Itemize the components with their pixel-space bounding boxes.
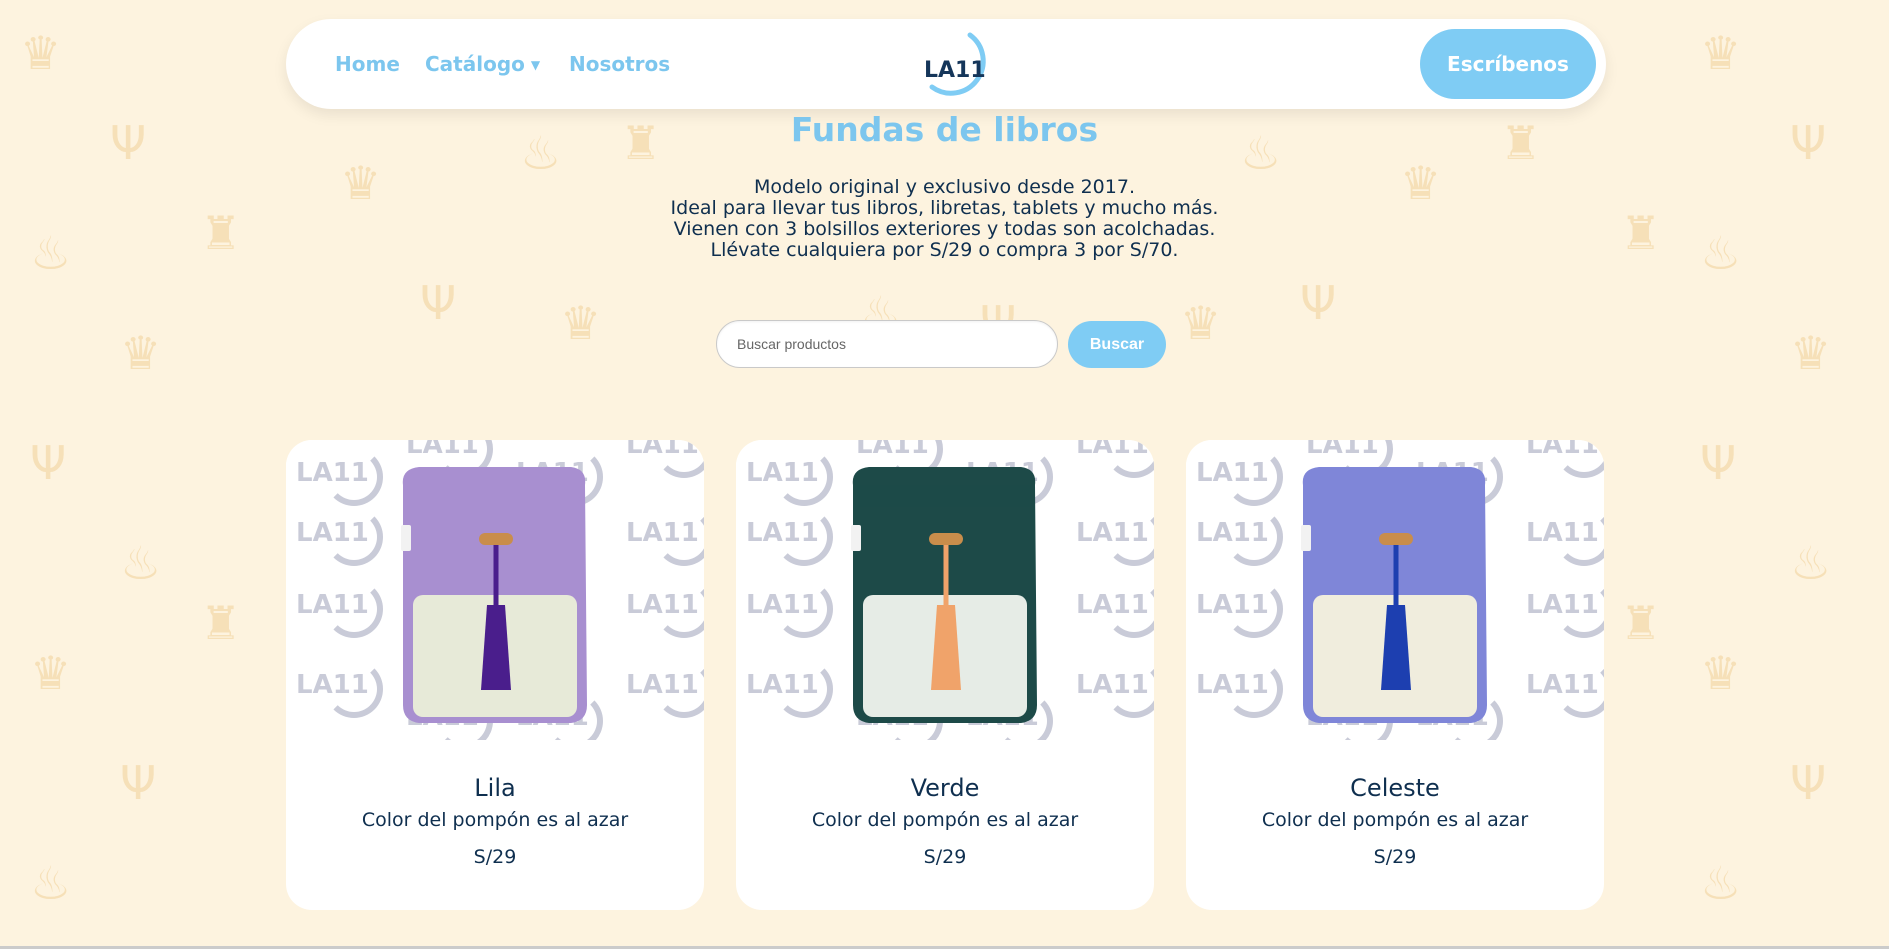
book-cover-icon	[1301, 467, 1487, 723]
watermark-logo: LA11	[746, 448, 833, 506]
product-price: S/29	[1373, 846, 1417, 868]
product-image[interactable]: LA11LA11LA11LA11LA11LA11LA11LA11LA11LA11…	[1186, 440, 1604, 740]
watermark-logo: LA11	[746, 580, 833, 638]
description-line: Modelo original y exclusivo desde 2017.	[753, 176, 1135, 198]
book-cover-icon	[401, 467, 587, 723]
brand-logo[interactable]: LA11	[918, 29, 988, 99]
watermark-logo: LA11	[1196, 508, 1283, 566]
crown-icon: ♛	[1700, 646, 1742, 700]
watermark-logo: LA11	[746, 508, 833, 566]
dress-icon: ♜	[200, 596, 242, 650]
product-description: Color del pompón es al azar	[811, 809, 1079, 831]
watermark-logo: LA11	[1526, 440, 1604, 478]
crown-icon: ♛	[120, 326, 162, 380]
product-image[interactable]: LA11LA11LA11LA11LA11LA11LA11LA11LA11LA11…	[736, 440, 1154, 740]
watermark-logo: LA11	[626, 440, 704, 478]
book-cover-icon	[851, 467, 1037, 723]
logo-text: LA11	[924, 58, 986, 83]
watermark-logo: LA11	[1076, 590, 1154, 638]
watermark-logo: LA11	[1196, 580, 1283, 638]
product-name[interactable]: Lila	[286, 774, 704, 802]
chevron-down-icon: ▼	[530, 58, 541, 72]
description-line: Ideal para llevar tus libros, libretas, …	[670, 197, 1219, 219]
search-button[interactable]: Buscar	[1068, 321, 1166, 368]
contact-button[interactable]: Escríbenos	[1420, 29, 1596, 99]
crown-icon: ♛	[30, 646, 72, 700]
watermark-logo: LA11	[296, 580, 383, 638]
watermark-logo: LA11	[1076, 518, 1154, 566]
watermark-logo: LA11	[746, 660, 833, 718]
description-line: Llévate cualquiera por S/29 o compra 3 p…	[710, 239, 1179, 261]
crown-icon: ♛	[1180, 296, 1222, 350]
dress-icon: ♜	[1620, 596, 1662, 650]
product-card[interactable]: LA11LA11LA11LA11LA11LA11LA11LA11LA11LA11…	[1186, 440, 1604, 910]
watermark-logo: LA11	[1196, 660, 1283, 718]
watermark-logo: LA11	[1526, 590, 1604, 638]
product-price: S/29	[473, 846, 517, 868]
watermark-logo: LA11	[1196, 448, 1283, 506]
watermark-logo: LA11	[1526, 518, 1604, 566]
trident-icon: Ψ	[420, 276, 457, 330]
search-input[interactable]	[716, 320, 1058, 368]
nav-catalogo-label: Catálogo	[425, 52, 525, 76]
crown-icon: ♛	[560, 296, 602, 350]
product-name[interactable]: Celeste	[1186, 774, 1604, 802]
product-card[interactable]: LA11LA11LA11LA11LA11LA11LA11LA11LA11LA11…	[736, 440, 1154, 910]
product-name[interactable]: Verde	[736, 774, 1154, 802]
nav-nosotros-link[interactable]: Nosotros	[569, 52, 670, 76]
product-price: S/29	[923, 846, 967, 868]
product-image[interactable]: LA11LA11LA11LA11LA11LA11LA11LA11LA11LA11…	[286, 440, 704, 740]
description-line: Vienen con 3 bolsillos exteriores y toda…	[673, 218, 1216, 240]
navbar: Home Catálogo ▼ Nosotros LA11 Escríbenos	[286, 19, 1606, 109]
watermark-logo: LA11	[1076, 670, 1154, 718]
trident-icon: Ψ	[120, 756, 157, 810]
flame-icon: ♨	[120, 536, 162, 590]
page-title: Fundas de libros	[790, 110, 1099, 149]
watermark-logo: LA11	[626, 518, 704, 566]
flame-icon: ♨	[1790, 536, 1832, 590]
crown-icon: ♛	[1790, 326, 1832, 380]
product-description: Color del pompón es al azar	[1261, 809, 1529, 831]
product-description: Color del pompón es al azar	[361, 809, 629, 831]
trident-icon: Ψ	[1300, 276, 1337, 330]
nav-home-link[interactable]: Home	[335, 52, 400, 76]
nav-catalogo-link[interactable]: Catálogo ▼	[425, 52, 540, 76]
trident-icon: Ψ	[1790, 756, 1827, 810]
logo-mark-icon: LA11	[924, 32, 986, 96]
product-card[interactable]: LA11LA11LA11LA11LA11LA11LA11LA11LA11LA11…	[286, 440, 704, 910]
page-description: Modelo original y exclusivo desde 2017. …	[0, 177, 1889, 261]
watermark-logo: LA11	[296, 660, 383, 718]
watermark-logo: LA11	[626, 670, 704, 718]
watermark-logo: LA11	[626, 590, 704, 638]
crown-icon: ♛	[1700, 26, 1742, 80]
watermark-logo: LA11	[1076, 440, 1154, 478]
flame-icon: ♨	[30, 856, 72, 910]
flame-icon: ♨	[1700, 856, 1742, 910]
crown-icon: ♛	[20, 26, 62, 80]
trident-icon: Ψ	[1700, 436, 1737, 490]
watermark-logo: LA11	[296, 508, 383, 566]
watermark-logo: LA11	[296, 448, 383, 506]
watermark-logo: LA11	[1526, 670, 1604, 718]
trident-icon: Ψ	[30, 436, 67, 490]
